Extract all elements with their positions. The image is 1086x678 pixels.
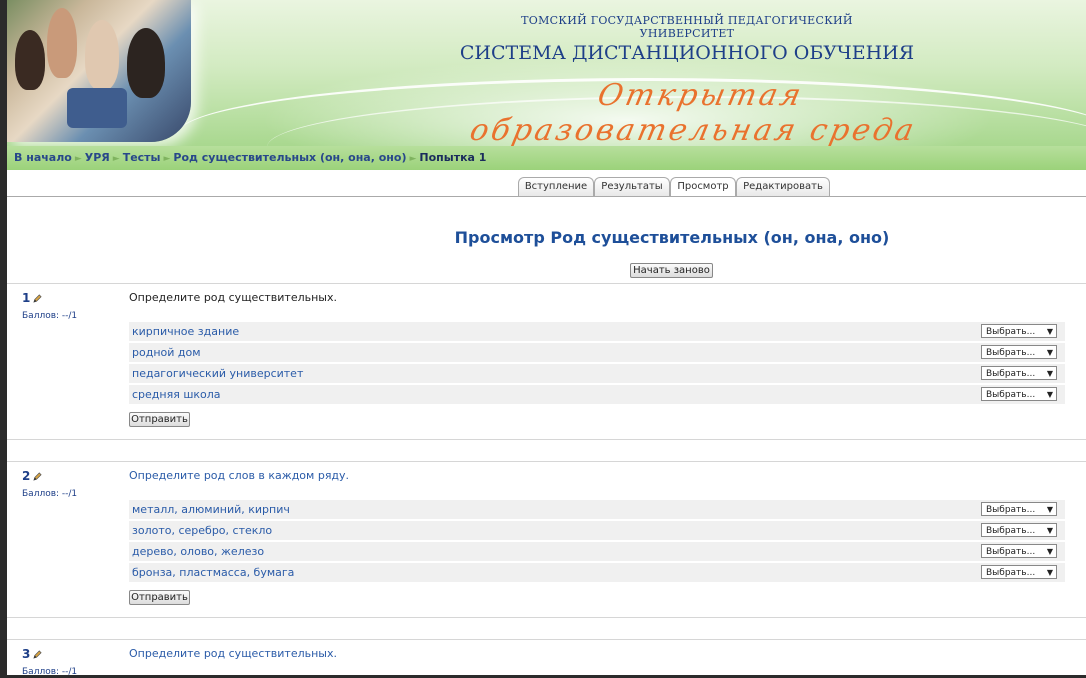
submit-button[interactable]: Отправить (129, 412, 190, 427)
answer-select-value: Выбрать... (986, 369, 1036, 379)
question-divider (7, 617, 1086, 618)
match-row-label: родной дом (132, 346, 201, 359)
dropdown-arrow-icon: ▼ (1046, 327, 1053, 336)
answer-select-value: Выбрать... (986, 505, 1036, 515)
question-1: 1 Баллов: --/1 Определите род существите… (7, 291, 1086, 431)
question-2: 2 Баллов: --/1 Определите род слов в каж… (7, 469, 1086, 609)
question-text: Определите род существительных. (129, 291, 337, 304)
breadcrumb-separator-icon: ► (74, 154, 82, 164)
dropdown-arrow-icon: ▼ (1046, 505, 1053, 514)
breadcrumb-current: Попытка 1 (419, 151, 487, 164)
site-header-banner: ТОМСКИЙ ГОСУДАРСТВЕННЫЙ ПЕДАГОГИЧЕСКИЙ У… (7, 0, 1086, 146)
dropdown-arrow-icon: ▼ (1046, 390, 1053, 399)
dropdown-arrow-icon: ▼ (1046, 369, 1053, 378)
answer-select[interactable]: Выбрать... ▼ (981, 523, 1057, 537)
match-row: золото, серебро, стекло Выбрать... ▼ (129, 521, 1065, 540)
match-row-label: золото, серебро, стекло (132, 524, 273, 537)
answer-select-value: Выбрать... (986, 547, 1036, 557)
match-row: бронза, пластмасса, бумага Выбрать... ▼ (129, 563, 1065, 582)
match-row: кирпичное здание Выбрать... ▼ (129, 322, 1065, 341)
answer-select[interactable]: Выбрать... ▼ (981, 544, 1057, 558)
edit-icon[interactable] (33, 472, 42, 481)
question-3: 3 Баллов: --/1 Определите род существите… (7, 647, 1086, 675)
breadcrumb-tests[interactable]: Тесты (123, 151, 161, 164)
tab-preview[interactable]: Просмотр (670, 177, 736, 197)
breadcrumb-quiz[interactable]: Род существительных (он, она, оно) (173, 151, 406, 164)
match-row-label: педагогический университет (132, 367, 304, 380)
match-row: родной дом Выбрать... ▼ (129, 343, 1065, 362)
answer-select[interactable]: Выбрать... ▼ (981, 345, 1057, 359)
question-number: 1 (22, 291, 31, 305)
edit-icon[interactable] (33, 294, 42, 303)
tab-intro[interactable]: Вступление (518, 177, 594, 196)
question-text: Определите род слов в каждом ряду. (129, 469, 350, 482)
question-grade: Баллов: --/1 (22, 667, 78, 675)
photo-figure (85, 20, 119, 90)
question-number: 2 (22, 469, 31, 483)
breadcrumb: В начало ► УРЯ ► Тесты ► Род существительных (… (14, 151, 486, 164)
match-row-label: средняя школа (132, 388, 221, 401)
breadcrumb-course[interactable]: УРЯ (85, 151, 110, 164)
answer-select-value: Выбрать... (986, 327, 1036, 337)
submit-button[interactable]: Отправить (129, 590, 190, 605)
match-row-label: дерево, олово, железо (132, 545, 265, 558)
dropdown-arrow-icon: ▼ (1046, 568, 1053, 577)
tab-underline (7, 196, 1086, 197)
question-divider (7, 461, 1086, 462)
answer-select-value: Выбрать... (986, 526, 1036, 536)
system-name: СИСТЕМА ДИСТАНЦИОННОГО ОБУЧЕНИЯ (459, 42, 915, 64)
slogan: Открытая образовательная среда (466, 78, 920, 146)
answer-select-value: Выбрать... (986, 568, 1036, 578)
answer-select[interactable]: Выбрать... ▼ (981, 324, 1057, 338)
answer-select[interactable]: Выбрать... ▼ (981, 387, 1057, 401)
match-row-label: кирпичное здание (132, 325, 240, 338)
breadcrumb-separator-icon: ► (112, 154, 120, 164)
match-row: металл, алюминий, кирпич Выбрать... ▼ (129, 500, 1065, 519)
answer-select[interactable]: Выбрать... ▼ (981, 502, 1057, 516)
match-row-label: металл, алюминий, кирпич (132, 503, 290, 516)
question-divider (7, 639, 1086, 640)
photo-laptop (67, 88, 127, 128)
answer-select-value: Выбрать... (986, 348, 1036, 358)
dropdown-arrow-icon: ▼ (1046, 547, 1053, 556)
page: ТОМСКИЙ ГОСУДАРСТВЕННЫЙ ПЕДАГОГИЧЕСКИЙ У… (7, 0, 1086, 678)
dropdown-arrow-icon: ▼ (1046, 526, 1053, 535)
question-divider (7, 283, 1086, 284)
answer-select[interactable]: Выбрать... ▼ (981, 565, 1057, 579)
question-number: 3 (22, 647, 31, 661)
restart-button[interactable]: Начать заново (630, 263, 713, 278)
university-name: ТОМСКИЙ ГОСУДАРСТВЕННЫЙ ПЕДАГОГИЧЕСКИЙ У… (521, 14, 853, 40)
question-text: Определите род существительных. (129, 647, 337, 660)
question-divider (7, 439, 1086, 440)
answer-select[interactable]: Выбрать... ▼ (981, 366, 1057, 380)
question-grade: Баллов: --/1 (22, 311, 78, 321)
window-frame-left (0, 0, 7, 678)
edit-icon[interactable] (33, 650, 42, 659)
header-photo (7, 0, 191, 142)
dropdown-arrow-icon: ▼ (1046, 348, 1053, 357)
photo-figure (15, 30, 45, 90)
match-row: педагогический университет Выбрать... ▼ (129, 364, 1065, 383)
breadcrumb-home[interactable]: В начало (14, 151, 72, 164)
breadcrumb-separator-icon: ► (409, 154, 417, 164)
match-row: средняя школа Выбрать... ▼ (129, 385, 1065, 404)
match-row: дерево, олово, железо Выбрать... ▼ (129, 542, 1065, 561)
page-title: Просмотр Род существительных (он, она, о… (454, 228, 890, 247)
tab-edit[interactable]: Редактировать (736, 177, 830, 196)
answer-select-value: Выбрать... (986, 390, 1036, 400)
photo-figure (47, 8, 77, 78)
photo-figure (127, 28, 165, 98)
breadcrumb-separator-icon: ► (163, 154, 171, 164)
tab-results[interactable]: Результаты (594, 177, 670, 196)
question-grade: Баллов: --/1 (22, 489, 78, 499)
breadcrumb-bar: В начало ► УРЯ ► Тесты ► Род существительных (… (7, 146, 1086, 170)
match-row-label: бронза, пластмасса, бумага (132, 566, 295, 579)
